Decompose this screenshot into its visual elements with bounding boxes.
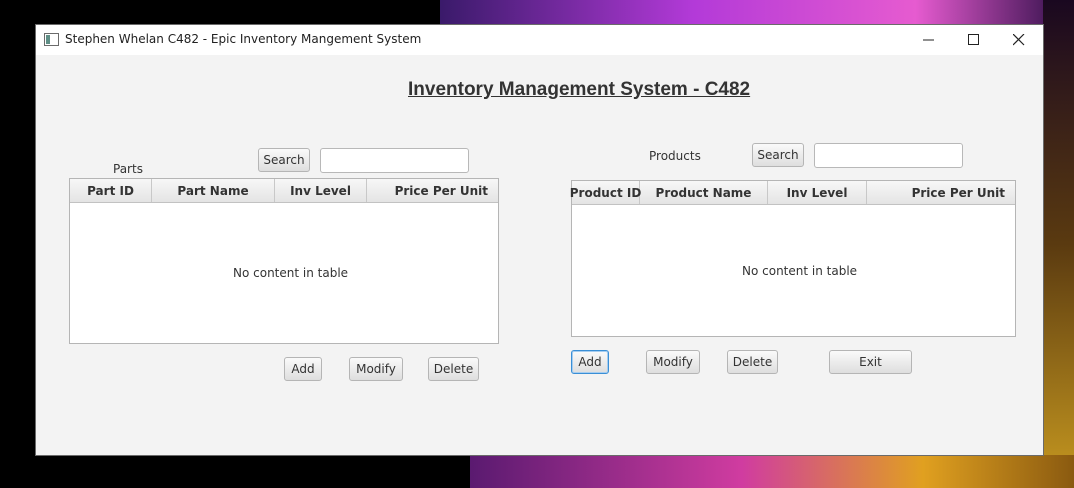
- parts-table-header: Part ID Part Name Inv Level Price Per Un…: [70, 179, 498, 203]
- products-col-inv-level[interactable]: Inv Level: [768, 181, 867, 204]
- products-add-button[interactable]: Add: [571, 350, 609, 374]
- close-button[interactable]: [996, 25, 1042, 55]
- page-title: Inventory Management System - C482: [408, 79, 751, 100]
- maximize-button[interactable]: [951, 25, 997, 55]
- app-window: Stephen Whelan C482 - Epic Inventory Man…: [36, 25, 1043, 455]
- parts-delete-button[interactable]: Delete: [428, 357, 479, 381]
- products-label: Products: [649, 149, 701, 163]
- products-col-price[interactable]: Price Per Unit: [867, 181, 1015, 204]
- parts-table[interactable]: Part ID Part Name Inv Level Price Per Un…: [69, 178, 499, 344]
- parts-col-price[interactable]: Price Per Unit: [367, 179, 498, 202]
- products-modify-button[interactable]: Modify: [646, 350, 700, 374]
- products-delete-button[interactable]: Delete: [727, 350, 778, 374]
- minimize-icon: [923, 39, 934, 41]
- products-table-header: Product ID Product Name Inv Level Price …: [570, 181, 1015, 205]
- exit-button[interactable]: Exit: [829, 350, 912, 374]
- minimize-button[interactable]: [906, 25, 952, 55]
- parts-col-inv-level[interactable]: Inv Level: [275, 179, 367, 202]
- app-window-icon: [44, 33, 59, 46]
- parts-search-input[interactable]: [320, 148, 469, 173]
- products-empty-message: No content in table: [742, 264, 858, 278]
- close-icon: [1013, 34, 1025, 46]
- parts-add-button[interactable]: Add: [284, 357, 322, 381]
- parts-search-button[interactable]: Search: [258, 148, 310, 172]
- products-col-product-name[interactable]: Product Name: [640, 181, 768, 204]
- window-content: Inventory Management System - C482 Parts…: [36, 55, 1043, 455]
- products-col-product-id[interactable]: Product ID: [570, 181, 641, 204]
- window-title: Stephen Whelan C482 - Epic Inventory Man…: [65, 32, 422, 46]
- parts-label: Parts: [113, 162, 143, 176]
- parts-col-part-name[interactable]: Part Name: [152, 179, 275, 202]
- products-search-input[interactable]: [814, 143, 963, 168]
- parts-empty-message: No content in table: [233, 266, 349, 280]
- parts-col-part-id[interactable]: Part ID: [70, 179, 152, 202]
- products-search-button[interactable]: Search: [752, 143, 804, 167]
- title-bar[interactable]: Stephen Whelan C482 - Epic Inventory Man…: [36, 25, 1043, 55]
- parts-modify-button[interactable]: Modify: [349, 357, 403, 381]
- maximize-icon: [968, 34, 979, 45]
- products-table[interactable]: Product ID Product Name Inv Level Price …: [570, 180, 1016, 337]
